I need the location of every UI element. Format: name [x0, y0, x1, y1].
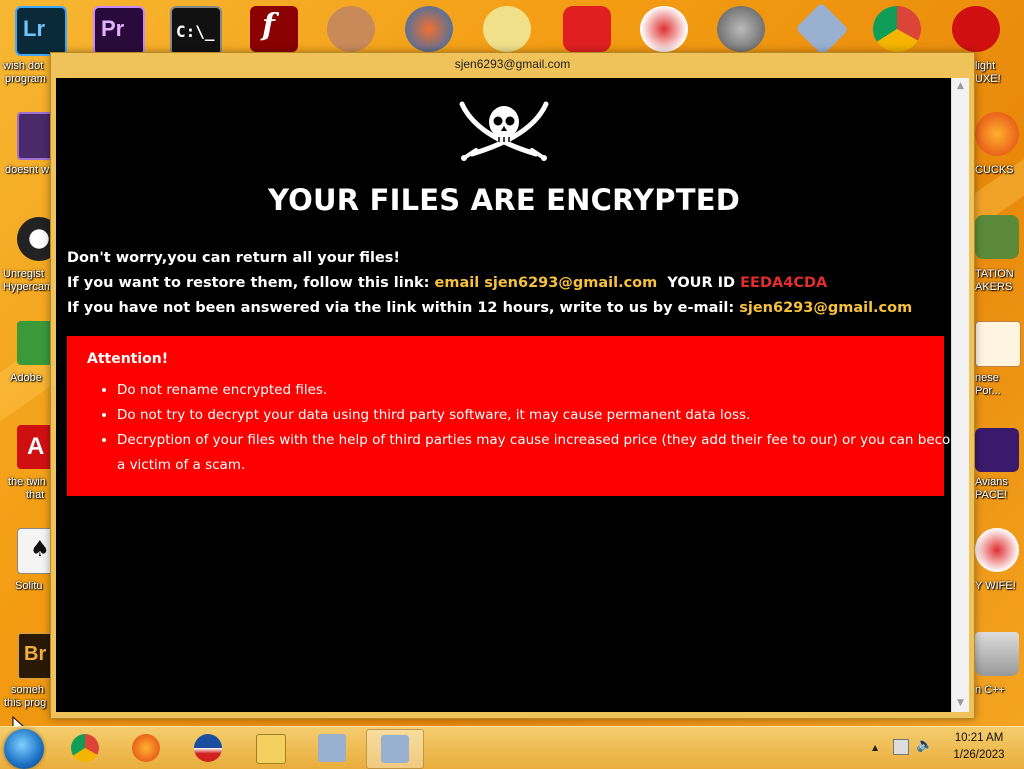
desktop-label: Hypercam	[3, 281, 54, 293]
folder-icon	[256, 734, 286, 764]
desktop-label: this prog	[4, 697, 47, 709]
attention-list: Do not rename encrypted files. Do not tr…	[87, 378, 969, 478]
restore-line: If you want to restore them, follow this…	[67, 275, 827, 291]
taskbar-explorer[interactable]	[242, 729, 298, 767]
network-icon[interactable]	[893, 739, 909, 755]
desktop-label: nese	[975, 372, 999, 384]
scroll-down-icon[interactable]: ▼	[952, 695, 969, 712]
angry-birds-icon[interactable]	[563, 6, 611, 52]
taskbar-obama[interactable]	[180, 729, 236, 767]
desktop-label: doesnt w	[5, 164, 50, 176]
premiere-icon[interactable]: Pr	[93, 6, 145, 56]
desktop-label: n C++	[975, 684, 1005, 696]
scroll-up-icon[interactable]: ▲	[952, 78, 969, 95]
skull-crossed-swords-icon	[459, 101, 549, 161]
installer-icon	[381, 735, 409, 763]
start-button[interactable]	[4, 729, 44, 769]
red-creature-icon[interactable]	[952, 6, 1000, 52]
desktop-label: program	[5, 73, 46, 85]
taskbar-installer-active[interactable]	[366, 729, 424, 769]
desktop-label: Adobe	[10, 372, 42, 384]
attention-box: Attention! Do not rename encrypted files…	[67, 336, 969, 496]
window-content: YOUR FILES ARE ENCRYPTED Don't worry,you…	[56, 78, 969, 712]
desktop-label: light	[975, 60, 996, 72]
taskbar: ▲ 🔈 10:21 AM 1/26/2023	[0, 726, 1024, 769]
fallback-line: If you have not been answered via the li…	[67, 300, 912, 316]
lightroom-icon[interactable]: Lr	[15, 6, 67, 56]
desktop-label: TATION	[975, 268, 1014, 280]
vertical-scrollbar[interactable]: ▲ ▼	[951, 78, 969, 712]
chrome-icon[interactable]	[873, 6, 921, 52]
portrait-icon[interactable]	[327, 6, 375, 52]
taskbar-chrome[interactable]	[57, 729, 113, 767]
fallback-text: If you have not been answered via the li…	[67, 300, 740, 316]
desktop-label: AKERS	[975, 281, 1013, 293]
desktop-label: the twin	[8, 476, 46, 488]
desktop-label: Unregist	[3, 268, 44, 280]
recycle-bin-icon[interactable]	[975, 632, 1019, 676]
document-icon[interactable]	[975, 321, 1021, 367]
taskbar-firefox[interactable]	[118, 729, 174, 767]
taskbar-installer[interactable]	[304, 729, 360, 767]
p-logo-icon[interactable]	[405, 6, 453, 52]
attention-title: Attention!	[87, 351, 169, 367]
desktop-label: PACE!	[975, 489, 1008, 501]
flower-icon[interactable]	[483, 6, 531, 52]
attention-item: Do not rename encrypted files.	[117, 378, 969, 403]
note-body: YOUR FILES ARE ENCRYPTED Don't worry,you…	[56, 78, 969, 712]
chrome-icon	[71, 734, 99, 762]
plant-icon[interactable]	[975, 215, 1019, 259]
desktop-label: that	[26, 489, 45, 501]
restore-text: If you want to restore them, follow this…	[67, 275, 435, 291]
angry-birds-space-icon[interactable]	[975, 428, 1019, 472]
desktop-label: someh	[11, 684, 45, 696]
obama-logo-icon	[194, 734, 222, 762]
victim-id: EEDA4CDA	[740, 275, 828, 291]
desktop-label: Avians	[975, 476, 1008, 488]
desktop-label: Y WIFE!	[975, 580, 1016, 592]
clock-date[interactable]: 1/26/2023	[944, 749, 1014, 761]
desktop-label: UXE!	[975, 73, 1001, 85]
volume-icon[interactable]: 🔈	[916, 737, 933, 753]
desktop-label: wish dot	[3, 60, 44, 72]
installer-icon	[318, 734, 346, 762]
fallback-email: sjen6293@gmail.com	[739, 300, 913, 316]
firefox-icon	[132, 734, 160, 762]
desktop-label: CUCKS	[975, 164, 1014, 176]
flash-player-icon[interactable]	[717, 6, 765, 52]
command-prompt-icon[interactable]: C:\_	[170, 6, 222, 56]
attention-item: Decryption of your files with the help o…	[117, 428, 969, 478]
headline: YOUR FILES ARE ENCRYPTED	[268, 183, 740, 217]
attention-item: Do not try to decrypt your data using th…	[117, 403, 969, 428]
window-title[interactable]: sjen6293@gmail.com	[51, 53, 974, 75]
tray-expand-icon[interactable]: ▲	[872, 743, 878, 752]
reassurance-line: Don't worry,you can return all your file…	[67, 250, 401, 266]
email-link[interactable]: email sjen6293@gmail.com	[435, 275, 658, 291]
p-circle-icon[interactable]	[640, 6, 688, 52]
desktop-label: Por...	[975, 385, 1001, 397]
firefox-icon[interactable]	[975, 112, 1019, 156]
desktop-label: Solitu	[15, 580, 43, 592]
id-label: YOUR ID	[667, 275, 736, 291]
clock-time[interactable]: 10:21 AM	[944, 732, 1014, 744]
installer-icon[interactable]	[795, 2, 849, 56]
p-circle-icon[interactable]	[975, 528, 1019, 572]
flash-icon[interactable]: f	[250, 6, 298, 52]
ransom-note-window[interactable]: sjen6293@gmail.com YOUR FILES ARE ENCRYP…	[50, 52, 975, 719]
